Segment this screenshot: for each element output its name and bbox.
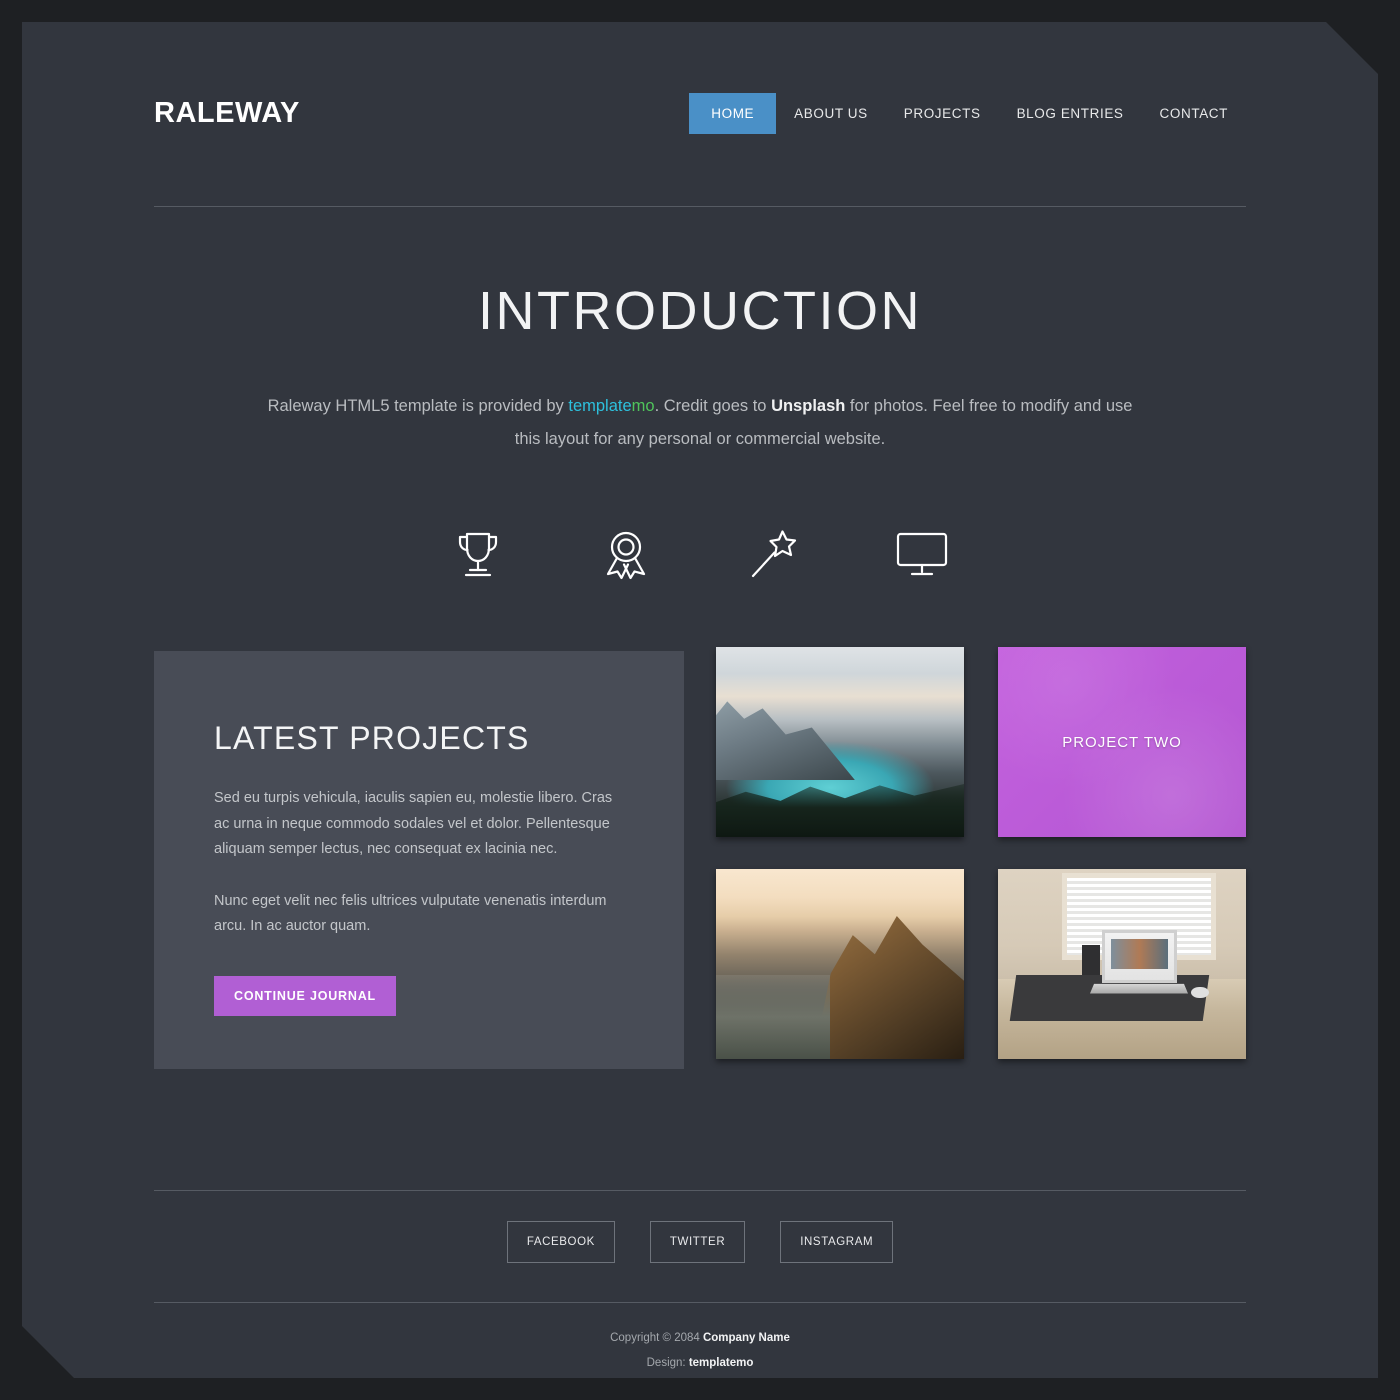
desk-laptop-photo	[998, 869, 1246, 1059]
magic-wand-icon[interactable]	[737, 520, 811, 588]
project-two-thumb[interactable]: PROJECT TWO	[998, 647, 1246, 837]
header-divider	[154, 206, 1246, 207]
coastal-cliff-photo	[716, 869, 964, 1059]
nav-item-projects[interactable]: PROJECTS	[886, 94, 999, 133]
monitor-icon[interactable]	[885, 520, 959, 588]
nav-item-home[interactable]: HOME	[689, 93, 776, 134]
feature-icons-row	[154, 520, 1246, 588]
nav-item-contact[interactable]: CONTACT	[1142, 94, 1246, 133]
latest-projects-paragraph-1: Sed eu turpis vehicula, iaculis sapien e…	[214, 790, 613, 858]
copyright-line: Copyright © 2084 Company Name	[154, 1326, 1246, 1351]
footer-top-divider	[154, 1190, 1246, 1191]
laptop-keyboard	[1090, 984, 1189, 994]
unsplash-credit[interactable]: Unsplash	[771, 397, 845, 415]
intro-text-mid: . Credit goes to	[654, 397, 772, 415]
company-name: Company Name	[702, 1332, 790, 1344]
computer-mouse	[1191, 987, 1208, 998]
continue-journal-button[interactable]: CONTINUE JOURNAL	[214, 976, 396, 1016]
social-links-row: FACEBOOK TWITTER INSTAGRAM	[154, 1221, 1246, 1263]
copyright-text: Copyright © 2084	[610, 1332, 703, 1344]
project-one-thumb[interactable]	[716, 647, 964, 837]
latest-projects-title: LATEST PROJECTS	[214, 720, 530, 756]
design-credit-line: Design: templatemo	[154, 1351, 1246, 1376]
social-button-instagram[interactable]: INSTAGRAM	[780, 1221, 893, 1263]
pen-cup	[1082, 945, 1099, 975]
intro-paragraph: Raleway HTML5 template is provided by te…	[260, 390, 1140, 456]
footer-bottom-divider	[154, 1302, 1246, 1303]
award-ribbon-icon[interactable]	[589, 520, 663, 588]
projects-thumbnail-grid: PROJECT TWO	[716, 647, 1246, 1069]
footer-copyright: Copyright © 2084 Company Name Design: te…	[154, 1326, 1246, 1376]
nav-item-about-us[interactable]: ABOUT US	[776, 94, 886, 133]
project-two-label: PROJECT TWO	[1062, 733, 1182, 751]
intro-text-post: for photos. Feel free to modify	[845, 397, 1070, 415]
laptop-wallpaper	[1111, 939, 1168, 968]
latest-projects-panel: LATEST PROJECTS Sed eu turpis vehicula, …	[154, 651, 684, 1069]
main-navigation: HOME ABOUT US PROJECTS BLOG ENTRIES CONT…	[689, 93, 1246, 134]
introduction-section: INTRODUCTION Raleway HTML5 template is p…	[154, 284, 1246, 456]
site-logo[interactable]: RALEWAY	[154, 97, 300, 130]
mountain-lake-photo	[716, 647, 964, 837]
nav-item-blog-entries[interactable]: BLOG ENTRIES	[999, 94, 1142, 133]
page-title: INTRODUCTION	[478, 281, 922, 341]
project-four-thumb[interactable]	[998, 869, 1246, 1059]
site-header: RALEWAY HOME ABOUT US PROJECTS BLOG ENTR…	[154, 78, 1246, 148]
latest-projects-paragraph-2: Nunc eget velit nec felis ultrices vulpu…	[214, 892, 607, 935]
social-button-facebook[interactable]: FACEBOOK	[507, 1221, 615, 1263]
latest-projects-section: LATEST PROJECTS Sed eu turpis vehicula, …	[154, 651, 1246, 1069]
design-author[interactable]: templatemo	[689, 1357, 754, 1369]
social-button-twitter[interactable]: TWITTER	[650, 1221, 745, 1263]
content-container: RALEWAY HOME ABOUT US PROJECTS BLOG ENTR…	[154, 22, 1246, 1378]
templatemo-link-part1[interactable]: template	[568, 397, 631, 415]
laptop-screen	[1102, 930, 1176, 983]
trophy-icon[interactable]	[441, 520, 515, 588]
page-sheet: RALEWAY HOME ABOUT US PROJECTS BLOG ENTR…	[22, 22, 1378, 1378]
design-label: Design:	[646, 1357, 689, 1369]
templatemo-link-part2[interactable]: mo	[632, 397, 655, 415]
project-three-thumb[interactable]	[716, 869, 964, 1059]
intro-text-pre: Raleway HTML5 template is provided by	[267, 397, 569, 415]
